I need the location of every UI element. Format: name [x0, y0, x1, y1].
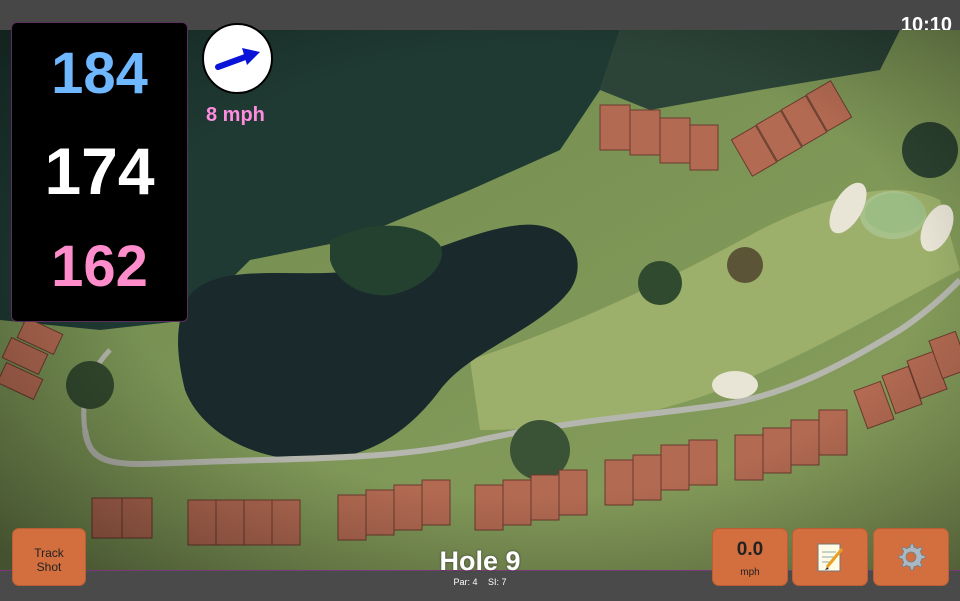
arrow-icon — [215, 48, 260, 70]
settings-button[interactable] — [873, 528, 949, 586]
track-shot-label-line2: Shot — [36, 560, 62, 574]
par-label: Par: 4 — [453, 577, 478, 587]
speed-value: 0.0 — [736, 539, 764, 560]
speed-button[interactable]: 0.0 mph — [712, 528, 788, 586]
notes-button[interactable] — [792, 528, 868, 586]
hole-title: Hole 9 — [439, 546, 521, 576]
speed-unit: mph — [740, 567, 760, 578]
track-shot-label-line1: Track — [34, 546, 64, 560]
wind-speed-label: 8 mph — [206, 104, 265, 126]
back-yardage: 184 — [51, 41, 148, 106]
hole-meta: Par: 4 SI: 7 — [380, 577, 580, 587]
stroke-index-label: SI: 7 — [488, 577, 507, 587]
wind-direction-dial — [202, 23, 273, 94]
gear-icon — [898, 543, 926, 571]
track-shot-button[interactable]: Track Shot — [12, 528, 86, 586]
notepad-icon — [817, 543, 844, 572]
middle-yardage: 174 — [44, 134, 155, 208]
front-yardage: 162 — [51, 234, 148, 299]
yardage-panel: 184 174 162 — [11, 22, 188, 322]
